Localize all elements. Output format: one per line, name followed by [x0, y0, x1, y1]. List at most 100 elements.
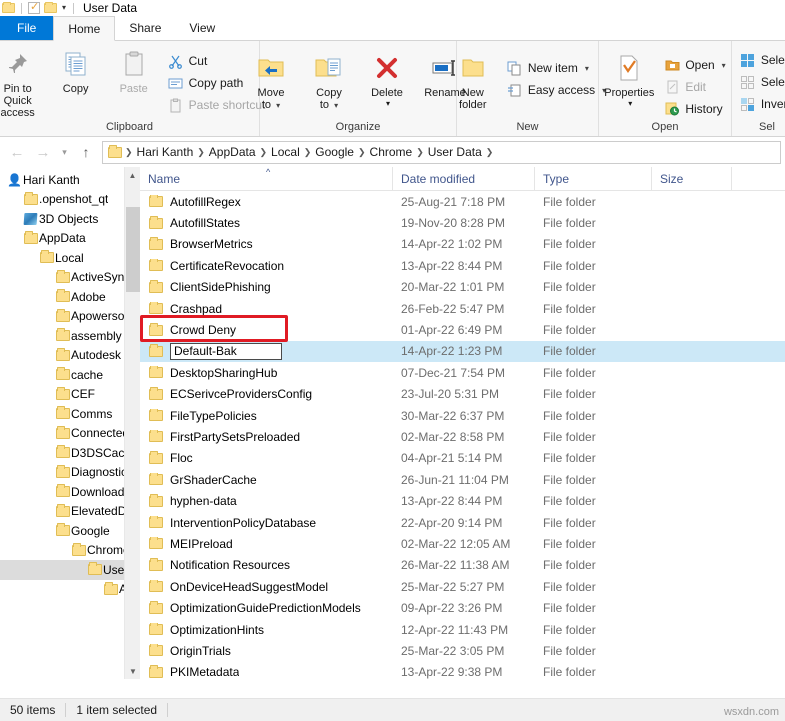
open-button[interactable]: Open ▾ — [659, 54, 730, 76]
tree-item-cache[interactable]: cache — [0, 365, 140, 385]
tree-item-google[interactable]: Google — [0, 521, 140, 541]
table-row[interactable]: FirstPartySetsPreloaded 02-Mar-22 8:58 PM… — [140, 426, 785, 447]
table-row[interactable]: ECSerivceProvidersConfig 23-Jul-20 5:31 P… — [140, 384, 785, 405]
column-headers: Name ^ Date modified Type Size — [140, 167, 785, 191]
column-header-size[interactable]: Size — [652, 167, 732, 191]
cell-name: InterventionPolicyDatabase — [140, 515, 393, 530]
tree-item-diagnostics[interactable]: Diagnostics — [0, 463, 140, 483]
pin-to-quick-access-button[interactable]: Pin to Quick access — [0, 44, 47, 119]
folder-icon — [54, 425, 71, 439]
tree-item-assembly[interactable]: assembly — [0, 326, 140, 346]
table-row[interactable]: 14-Apr-22 1:23 PM File folder — [140, 340, 785, 363]
properties-button[interactable]: Properties ▾ — [599, 48, 659, 110]
select-none-button[interactable]: Select — [735, 71, 785, 93]
new-folder-icon[interactable] — [44, 2, 57, 13]
table-row[interactable]: OptimizationHints 12-Apr-22 11:43 PM File … — [140, 619, 785, 640]
tree-item-autofillr[interactable]: AutofillR — [0, 580, 140, 600]
delete-button[interactable]: Delete ▾ — [358, 48, 416, 110]
table-row[interactable]: Notification Resources 26-Mar-22 11:38 AM… — [140, 555, 785, 576]
tree-item-adobe[interactable]: Adobe — [0, 287, 140, 307]
breadcrumb-item-5[interactable]: User Data — [424, 145, 486, 159]
table-row[interactable]: Crashpad 26-Feb-22 5:47 PM File folder — [140, 298, 785, 319]
table-row[interactable]: AutofillRegex 25-Aug-21 7:18 PM File folde… — [140, 191, 785, 212]
scroll-up-icon[interactable]: ▲ — [125, 167, 140, 183]
cell-name-text: MEIPreload — [170, 536, 233, 551]
divider — [21, 2, 22, 14]
cell-type: File folder — [543, 237, 596, 252]
sidebar-scrollbar[interactable]: ▲ ▼ — [124, 167, 140, 679]
select-all-button[interactable]: Select — [735, 49, 785, 71]
move-to-button[interactable]: Move to ▾ — [242, 48, 300, 112]
column-header-date-modified[interactable]: Date modified — [393, 167, 535, 191]
table-row[interactable]: BrowserMetrics 14-Apr-22 1:02 PM File fold… — [140, 234, 785, 255]
table-row[interactable]: DesktopSharingHub 07-Dec-21 7:54 PM File f… — [140, 362, 785, 383]
copy-to-button[interactable]: Copy to ▾ — [300, 48, 358, 112]
tree-item-autodesk[interactable]: Autodesk — [0, 346, 140, 366]
breadcrumb-item-4[interactable]: Chrome — [366, 145, 417, 159]
table-row[interactable]: Crowd Deny 01-Apr-22 6:49 PM File folder — [140, 319, 785, 340]
ribbon-group-organize: Move to ▾ Copy to ▾ Delete ▾ Rename Orga… — [258, 41, 466, 136]
history-button[interactable]: History — [659, 98, 730, 120]
tab-view[interactable]: View — [175, 16, 229, 40]
tree-item-activesync[interactable]: ActiveSync — [0, 268, 140, 288]
new-folder-button[interactable]: New folder — [444, 48, 502, 111]
tree-item-3d-objects[interactable]: 3D Objects — [0, 209, 140, 229]
table-row[interactable]: PKIMetadata 13-Apr-22 9:38 PM File folder — [140, 662, 785, 679]
customize-caret-icon[interactable]: ▾ — [61, 4, 67, 12]
recent-locations-icon[interactable]: ▾ — [56, 140, 73, 164]
table-row[interactable]: AutofillStates 19-Nov-20 8:28 PM File fold… — [140, 212, 785, 233]
chevron-down-icon[interactable]: ▾ — [585, 64, 589, 73]
table-row[interactable]: FileTypePolicies 30-Mar-22 6:37 PM File fo… — [140, 405, 785, 426]
table-row[interactable]: ClientSidePhishing 20-Mar-22 1:01 PM File … — [140, 277, 785, 298]
up-arrow-icon[interactable]: ↑ — [73, 140, 99, 164]
breadcrumb-item-2[interactable]: Local — [267, 145, 304, 159]
properties-check-icon[interactable] — [28, 0, 40, 14]
tree-item-connectedde[interactable]: ConnectedDe — [0, 424, 140, 444]
tab-share[interactable]: Share — [115, 16, 175, 40]
rename-input[interactable] — [170, 342, 282, 360]
scrollbar-thumb[interactable] — [126, 207, 140, 292]
tree-item-comms[interactable]: Comms — [0, 404, 140, 424]
table-row[interactable]: hyphen-data 13-Apr-22 8:44 PM File folder — [140, 490, 785, 511]
forward-arrow-icon[interactable]: → — [30, 140, 56, 164]
tab-file[interactable]: File — [0, 16, 54, 40]
table-row[interactable]: CertificateRevocation 13-Apr-22 8:44 PM Fi… — [140, 255, 785, 276]
button-label: Invert — [760, 97, 785, 111]
chevron-down-icon[interactable]: ▾ — [722, 61, 726, 70]
table-row[interactable]: OriginTrials 25-Mar-22 3:05 PM File folder — [140, 640, 785, 661]
tree-item-user-data[interactable]: User Data — [0, 560, 140, 580]
table-row[interactable]: OnDeviceHeadSuggestModel 25-Mar-22 5:27 P… — [140, 576, 785, 597]
breadcrumb-item-1[interactable]: AppData — [205, 145, 260, 159]
tree-item-cef[interactable]: CEF — [0, 385, 140, 405]
breadcrumb[interactable]: ❯ Hari Kanth ❯ AppData ❯ Local ❯ Google … — [102, 140, 781, 164]
breadcrumb-item-3[interactable]: Google — [311, 145, 358, 159]
quick-access-toolbar[interactable]: ▾ — [2, 0, 76, 16]
button-label: New item — [527, 61, 578, 75]
ribbon-group-new: New folder New item ▾ Easy access ▾ New — [457, 41, 606, 136]
column-header-type[interactable]: Type — [535, 167, 652, 191]
table-row[interactable]: InterventionPolicyDatabase 22-Apr-20 9:14… — [140, 512, 785, 533]
folder-icon[interactable] — [2, 2, 15, 13]
tree-item-hari-kanth[interactable]: 👤 Hari Kanth — [0, 170, 140, 190]
tree-item-downloaded[interactable]: Downloaded — [0, 482, 140, 502]
table-row[interactable]: OptimizationGuidePredictionModels 09-Apr-… — [140, 597, 785, 618]
tree-item-apowersoft[interactable]: Apowersoft — [0, 307, 140, 327]
table-row[interactable]: GrShaderCache 26-Jun-21 11:04 PM File fold… — [140, 469, 785, 490]
tree-item-chrome[interactable]: Chrome — [0, 541, 140, 561]
breadcrumb-item-0[interactable]: Hari Kanth — [133, 145, 198, 159]
tree-item-local[interactable]: Local — [0, 248, 140, 268]
tree-item--openshot-qt[interactable]: .openshot_qt — [0, 190, 140, 210]
back-arrow-icon[interactable]: ← — [4, 140, 30, 164]
copy-button[interactable]: Copy — [47, 44, 105, 95]
paste-button[interactable]: Paste — [105, 44, 163, 95]
scroll-down-icon[interactable]: ▼ — [125, 663, 140, 679]
tree-item-appdata[interactable]: AppData — [0, 229, 140, 249]
table-row[interactable]: MEIPreload 02-Mar-22 12:05 AM File folder — [140, 533, 785, 554]
invert-selection-button[interactable]: Invert — [735, 93, 785, 115]
tree-item-elevateddiagi[interactable]: ElevatedDiagi — [0, 502, 140, 522]
tree-item-d3dscache[interactable]: D3DSCache — [0, 443, 140, 463]
table-row[interactable]: Floc 04-Apr-21 5:14 PM File folder — [140, 448, 785, 469]
edit-button[interactable]: Edit — [659, 76, 730, 98]
tab-home[interactable]: Home — [53, 16, 116, 41]
column-header-name[interactable]: Name ^ — [140, 167, 393, 191]
